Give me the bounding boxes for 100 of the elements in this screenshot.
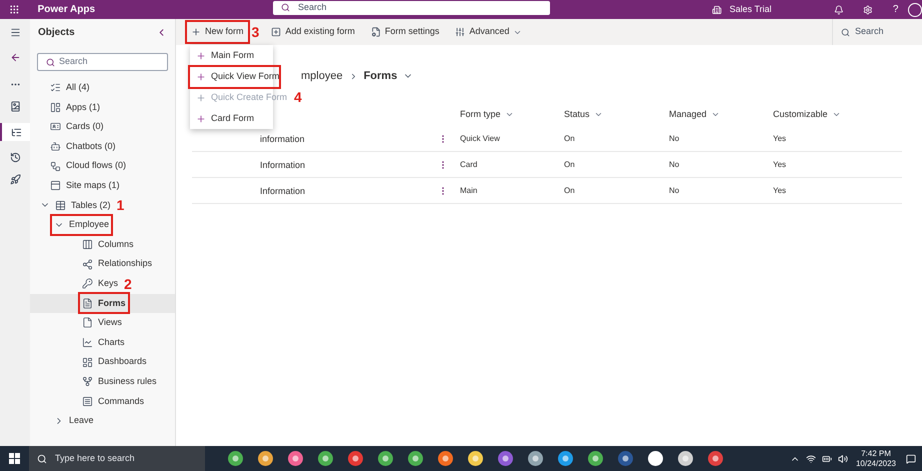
toolbar-button[interactable]: New form: [187, 22, 248, 42]
bell-icon[interactable]: [834, 4, 844, 14]
toolbar-button[interactable]: Advanced: [451, 22, 526, 42]
table-cell: No: [669, 133, 680, 145]
app-icon[interactable]: [347, 450, 364, 467]
tree-item[interactable]: Chatbots (0): [48, 138, 118, 156]
key-icon: [82, 278, 93, 290]
table-cell: Quick View: [460, 133, 500, 145]
app-name: Power Apps: [38, 3, 96, 17]
tree-item[interactable]: Apps (1): [48, 98, 102, 116]
app-launcher-icon[interactable]: [9, 4, 20, 15]
app-icon[interactable]: [467, 450, 484, 467]
plus-icon: [196, 50, 206, 60]
toolbar-button[interactable]: Form settings: [366, 22, 444, 42]
plus-icon: [191, 27, 201, 37]
menu-item[interactable]: Card Form: [190, 108, 273, 128]
environment-name[interactable]: Sales Trial: [730, 2, 772, 16]
app-icon[interactable]: [647, 450, 664, 467]
rail-tab[interactable]: [0, 123, 30, 141]
search-icon: [37, 454, 47, 464]
app-icon[interactable]: [617, 450, 634, 467]
tree-item[interactable]: Cards (0): [48, 118, 106, 136]
plus-icon: [196, 92, 206, 102]
app-icon[interactable]: [317, 450, 334, 467]
sliders-icon: [455, 27, 466, 37]
column-header[interactable]: Customizable: [773, 108, 841, 122]
tree-item[interactable]: Cloud flows (0): [48, 157, 128, 176]
column-header[interactable]: Form type: [460, 108, 514, 122]
history-icon[interactable]: [10, 152, 20, 163]
tree-item[interactable]: Relationships: [80, 255, 154, 274]
volume-icon[interactable]: [838, 454, 848, 464]
app-icon[interactable]: [287, 450, 304, 467]
breadcrumb-item[interactable]: mployee: [301, 68, 343, 84]
app-icon[interactable]: [587, 450, 604, 467]
app-icon[interactable]: [407, 450, 424, 467]
tree-item[interactable]: Site maps (1): [48, 176, 122, 195]
flow-icon: [50, 160, 61, 172]
table-row[interactable]: Information Main On No Yes: [192, 178, 902, 204]
step-number: 1: [116, 198, 124, 212]
tree-item[interactable]: Leave: [52, 412, 96, 430]
page-icon: [82, 317, 93, 328]
step-number: 2: [124, 276, 132, 291]
table-cell: No: [669, 185, 680, 197]
apps-icon: [50, 102, 61, 113]
page-icon[interactable]: [10, 101, 20, 112]
menu-icon[interactable]: [10, 27, 20, 38]
column-header[interactable]: Status: [564, 108, 603, 122]
toolbar-button[interactable]: Add existing form: [267, 22, 359, 42]
taskbar-search[interactable]: Type here to search: [29, 446, 205, 471]
battery-icon[interactable]: [822, 454, 832, 464]
table-row[interactable]: Information Card On No Yes: [192, 152, 902, 178]
search-field[interactable]: Search: [37, 53, 168, 71]
tree-item[interactable]: Columns: [80, 236, 136, 254]
menu-icon: [82, 396, 93, 407]
back-icon[interactable]: [10, 52, 20, 63]
help-button[interactable]: ?: [892, 2, 898, 17]
table-cell: Yes: [773, 133, 786, 145]
search-icon: [46, 58, 55, 66]
table-cell: Yes: [773, 185, 786, 197]
add-icon: [271, 27, 282, 37]
avatar[interactable]: [908, 2, 922, 16]
app-icon[interactable]: [227, 450, 244, 467]
table-cell: Yes: [773, 159, 786, 171]
search-field[interactable]: Search: [832, 19, 922, 45]
tree-item[interactable]: Commands: [80, 392, 146, 410]
app-icon[interactable]: [557, 450, 574, 467]
app-icon[interactable]: [677, 450, 694, 467]
breadcrumb-item: Forms: [364, 68, 398, 84]
list-icon: [50, 82, 61, 94]
clock-time: 7:42 PM: [861, 448, 891, 458]
tree-item[interactable]: Dashboards: [80, 353, 149, 372]
settings-icon[interactable]: [863, 4, 873, 14]
table-cell: No: [669, 159, 680, 171]
tree-item[interactable]: Keys: [80, 274, 120, 293]
app-icon[interactable]: [437, 450, 454, 467]
app-icon[interactable]: [527, 450, 544, 467]
menu-item[interactable]: Main Form: [190, 46, 273, 66]
share-icon: [82, 258, 93, 270]
app-icon[interactable]: [257, 450, 274, 467]
tree-item[interactable]: Tables (2): [38, 196, 113, 214]
tree-item[interactable]: Employee: [52, 216, 112, 234]
wifi-icon[interactable]: [806, 454, 816, 464]
tree-item[interactable]: All (4): [48, 78, 92, 97]
app-icon[interactable]: [497, 450, 514, 467]
menu-item[interactable]: Quick View Form: [190, 66, 280, 86]
tree-item[interactable]: Business rules: [80, 372, 159, 391]
notification-icon[interactable]: [906, 454, 916, 464]
search-icon: [281, 3, 290, 12]
table-cell: On: [564, 159, 575, 171]
rocket-icon[interactable]: [10, 174, 20, 185]
tree-item[interactable]: Views: [80, 314, 124, 332]
form-icon: [82, 298, 93, 309]
tree-item[interactable]: Charts: [80, 334, 127, 352]
building-icon[interactable]: [712, 4, 722, 14]
app-icon[interactable]: [707, 450, 724, 467]
search-field[interactable]: Search: [273, 0, 550, 14]
app-icon[interactable]: [377, 450, 394, 467]
table-cell: On: [564, 133, 575, 145]
windows-icon[interactable]: [9, 453, 20, 464]
column-header[interactable]: Managed: [669, 108, 720, 122]
